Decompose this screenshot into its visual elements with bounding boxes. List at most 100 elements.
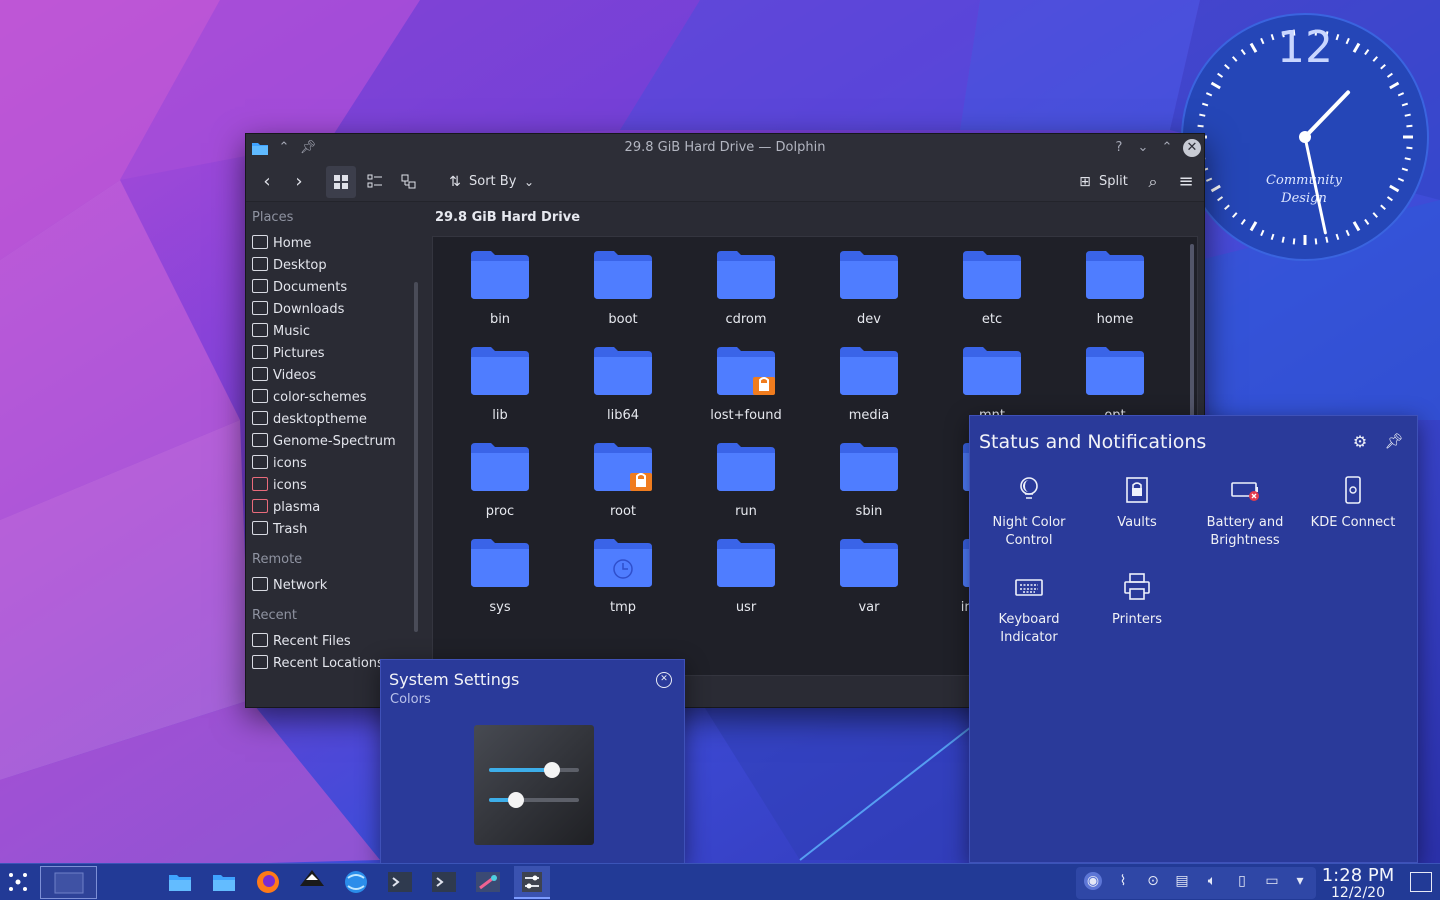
kde-connect-tray-icon[interactable]: ◉ [1084,872,1102,890]
file-item-lib64[interactable]: lib64 [568,335,678,431]
show-desktop-button[interactable] [1410,872,1432,892]
split-button[interactable]: Split [1099,166,1128,198]
sidebar-item-music[interactable]: Music [252,321,412,343]
file-item-home[interactable]: home [1060,239,1170,335]
sidebar-item-icons[interactable]: icons [252,453,412,475]
file-item-root[interactable]: root [568,431,678,527]
taskbar-terminal-button[interactable] [382,866,418,899]
taskbar-application-launcher-button[interactable] [0,866,36,899]
file-item-proc[interactable]: proc [445,431,555,527]
taskbar-color-picker-button[interactable] [470,866,506,899]
file-item-sbin[interactable]: sbin [814,431,924,527]
icons-view-button[interactable] [326,166,356,198]
sidebar-item-documents[interactable]: Documents [252,277,412,299]
maximize-icon[interactable]: ⌃ [1158,139,1176,157]
desktop-icon [252,257,268,271]
file-item-usr[interactable]: usr [691,527,801,623]
file-item-var[interactable]: var [814,527,924,623]
system-settings-popup[interactable]: System Settings Colors ✕ [380,659,685,864]
help-icon[interactable]: ? [1110,139,1128,157]
tray-item-vaults[interactable]: Vaults [1083,474,1191,532]
split-icon[interactable]: ⊞ [1070,166,1100,198]
sidebar-item-recent-files[interactable]: Recent Files [252,631,412,653]
hamburger-menu-icon[interactable]: ≡ [1171,166,1201,198]
file-item-run[interactable]: run [691,431,801,527]
file-item-label: home [1096,312,1134,327]
system-settings-icon [522,872,542,892]
taskbar-terminal-button[interactable] [426,866,462,899]
places-scrollbar[interactable] [414,282,418,632]
configure-icon[interactable]: ⚙︎ [1350,432,1370,452]
window-titlebar[interactable]: ⌃ 📌︎ 29.8 GiB Hard Drive — Dolphin ? ⌄ ⌃… [246,134,1204,162]
details-view-button[interactable] [394,166,424,198]
compact-view-button[interactable] [360,166,390,198]
digital-clock-date[interactable]: 12/2/20 [1320,885,1396,900]
tray-item-label: Battery and Brightness [1206,515,1284,548]
taskbar-desktop-pager-button[interactable] [40,866,97,899]
file-item-cdrom[interactable]: cdrom [691,239,801,335]
tray-item-night-color-control[interactable]: Night Color Control [975,474,1083,550]
sidebar-item-genome-spectrum[interactable]: Genome-Spectrum [252,431,412,453]
terminal-icon [432,872,456,892]
taskbar-firefox-button[interactable] [250,866,286,899]
clock-numeral: 12 [1277,22,1333,73]
file-item-lib[interactable]: lib [445,335,555,431]
back-button[interactable]: ‹ [252,166,282,198]
pin-icon[interactable]: 📌︎ [1384,432,1404,452]
folder-icon [840,539,898,587]
sidebar-item-desktop[interactable]: Desktop [252,255,412,277]
sidebar-item-color-schemes[interactable]: color-schemes [252,387,412,409]
search-icon[interactable]: ⌕ [1138,166,1168,198]
file-item-media[interactable]: media [814,335,924,431]
sidebar-item-home[interactable]: Home [252,233,412,255]
network-tray-icon[interactable]: ⌇ [1114,872,1132,890]
file-item-etc[interactable]: etc [937,239,1047,335]
sidebar-item-desktoptheme[interactable]: desktoptheme [252,409,412,431]
status-notifications-popup[interactable]: Status and Notifications ⚙︎ 📌︎ Night Col… [969,415,1418,863]
dolphin-icon [213,875,235,891]
file-item-boot[interactable]: boot [568,239,678,335]
file-item-bin[interactable]: bin [445,239,555,335]
digital-clock-time[interactable]: 1:28 PM [1320,865,1396,886]
file-item-sys[interactable]: sys [445,527,555,623]
recent-locations-icon [252,655,268,669]
clipboard-tray-icon[interactable]: ▤ [1173,872,1191,890]
tray-item-printers[interactable]: Printers [1083,571,1191,629]
file-item-tmp[interactable]: tmp [568,527,678,623]
forward-button[interactable]: › [284,166,314,198]
file-item-label: proc [485,504,515,519]
file-item-dev[interactable]: dev [814,239,924,335]
taskbar-inkscape-button[interactable] [294,866,330,899]
folder-icon [252,499,268,513]
update-tray-icon[interactable]: ⊙ [1144,872,1162,890]
close-icon[interactable]: ✕ [656,672,672,688]
close-icon[interactable]: ✕ [1183,139,1201,157]
chevron-down-icon[interactable]: ⌄ [514,166,544,198]
usb-tray-icon[interactable]: ▯ [1233,872,1251,890]
tray-item-kde-connect[interactable]: KDE Connect [1299,474,1407,532]
sidebar-item-downloads[interactable]: Downloads [252,299,412,321]
sidebar-item-pictures[interactable]: Pictures [252,343,412,365]
taskbar-system-settings-button[interactable] [514,866,550,899]
folder-icon [717,443,775,491]
analog-clock-widget[interactable]: 12 Community Design [1180,12,1430,262]
volume-tray-icon[interactable]: 🔈︎ [1203,872,1221,890]
sort-by-button[interactable]: Sort By [469,166,516,198]
taskbar-browser-button[interactable] [338,866,374,899]
sidebar-item-plasma[interactable]: plasma [252,497,412,519]
sidebar-item-network[interactable]: Network [252,575,412,597]
folder-icon [594,443,652,491]
minimize-icon[interactable]: ⌄ [1134,139,1152,157]
taskbar-dolphin-button[interactable] [206,866,242,899]
file-item-lost-found[interactable]: lost+found [691,335,801,431]
sort-icon[interactable]: ⇅ [440,166,470,198]
network-icon [252,577,268,591]
tray-item-keyboard-indicator[interactable]: Keyboard Indicator [975,571,1083,647]
expand-tray-icon[interactable]: ▾ [1291,872,1309,890]
tray-item-battery-and-brightness[interactable]: Battery and Brightness [1191,474,1299,550]
sidebar-item-trash[interactable]: Trash [252,519,412,541]
display-tray-icon[interactable]: ▭ [1263,872,1281,890]
sidebar-item-videos[interactable]: Videos [252,365,412,387]
sidebar-item-icons[interactable]: icons [252,475,412,497]
taskbar-dolphin-button[interactable] [162,866,198,899]
